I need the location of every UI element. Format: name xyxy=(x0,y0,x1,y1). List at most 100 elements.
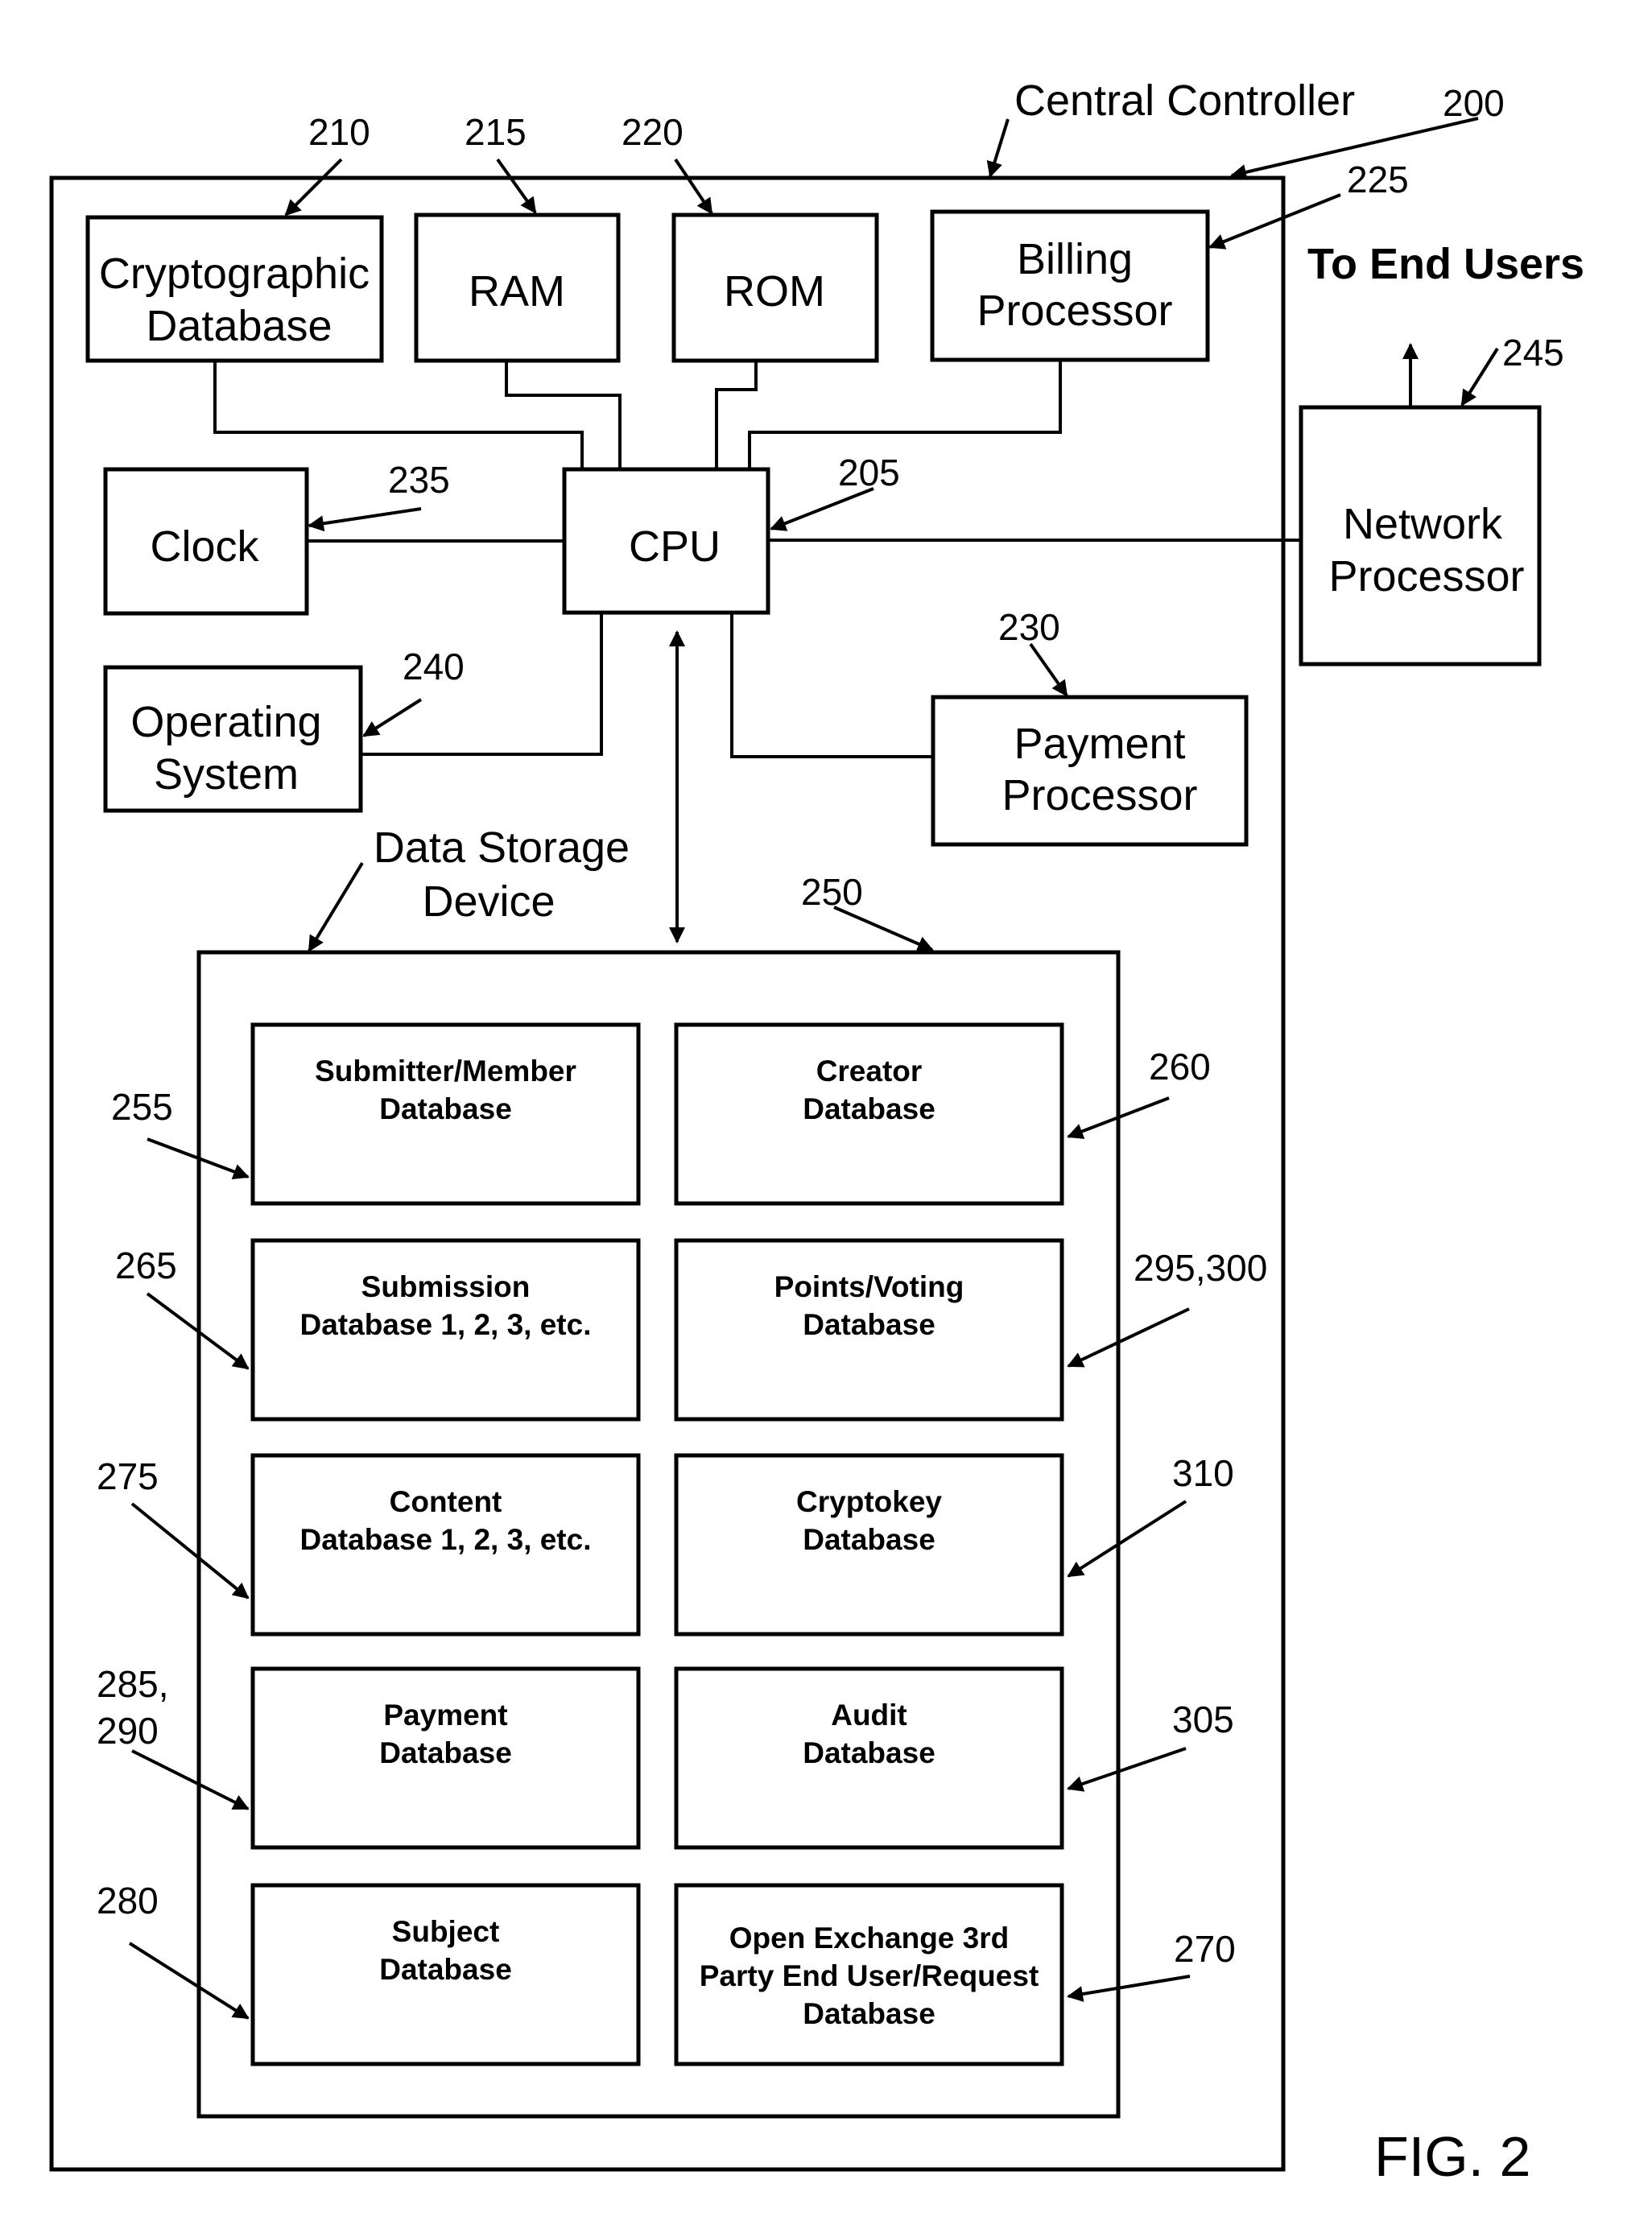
database-label-line: Database 1, 2, 3, etc. xyxy=(300,1308,592,1341)
crypto-db-label-2: Database xyxy=(146,302,332,350)
ref-225: 225 xyxy=(1347,159,1409,200)
database-ref-numeral: 295,300 xyxy=(1134,1247,1267,1289)
database-label-line: Database xyxy=(803,1092,935,1125)
database-leader-arrow xyxy=(1067,1307,1190,1368)
ref-230: 230 xyxy=(998,606,1060,648)
ram-label: RAM xyxy=(469,267,565,316)
database-leader-arrow xyxy=(1067,1500,1187,1578)
leader-250 xyxy=(833,906,934,951)
central-controller-leader xyxy=(986,118,1010,178)
database-label-line: Database xyxy=(379,1953,512,1986)
database-ref-numeral: 285, xyxy=(97,1663,169,1705)
database-box: Subject Database 280 xyxy=(97,1880,641,2066)
database-label-line: Database xyxy=(379,1092,512,1125)
component-ram: RAM xyxy=(414,213,621,363)
component-cpu: CPU xyxy=(562,467,770,615)
database-box: Points/Voting Database 295,300 xyxy=(674,1238,1267,1422)
central-controller-label: Central Controller xyxy=(1014,76,1355,125)
database-ref-numeral: 270 xyxy=(1174,1928,1236,1970)
network-processor-label-1: Network xyxy=(1343,500,1503,548)
database-label-line: Subject xyxy=(392,1915,500,1948)
os-label-1: Operating xyxy=(130,698,321,746)
system-block-diagram: Cryptographic Database RAM ROM Billing P… xyxy=(49,76,1584,2188)
ref-245: 245 xyxy=(1502,332,1564,374)
billing-label-2: Processor xyxy=(977,287,1172,335)
database-label-line: Cryptokey xyxy=(796,1485,942,1518)
database-label-line: Database xyxy=(803,1736,935,1769)
rom-label: ROM xyxy=(724,267,825,316)
component-network-processor: Network Processor xyxy=(1299,405,1542,667)
database-leader-arrow xyxy=(130,1502,250,1600)
database-label-line: Party End User/Request xyxy=(700,1959,1039,1992)
database-box: Open Exchange 3rd Party End User/Request D… xyxy=(674,1883,1236,2066)
network-processor-label-2: Processor xyxy=(1328,552,1524,601)
database-ref-numeral: 290 xyxy=(97,1710,159,1752)
component-operating-system: Operating System xyxy=(103,665,363,813)
component-clock: Clock xyxy=(103,467,309,616)
database-label-line: Points/Voting xyxy=(774,1270,964,1303)
database-box: Content Database 1, 2, 3, etc. 275 xyxy=(97,1453,641,1637)
ref-250: 250 xyxy=(801,871,863,913)
database-leader-arrow xyxy=(128,1942,250,2020)
leader-215 xyxy=(496,158,537,214)
database-label-line: Database xyxy=(803,1308,935,1341)
leader-220 xyxy=(674,158,713,215)
leader-245 xyxy=(1460,347,1499,407)
database-label-line: Database xyxy=(803,1997,935,2030)
database-label-line: Database xyxy=(803,1523,935,1556)
wire-billing-cpu xyxy=(748,360,1062,469)
component-billing-processor: Billing Processor xyxy=(930,209,1210,362)
ref-205: 205 xyxy=(838,452,900,493)
database-box: Submitter/Member Database 255 xyxy=(111,1022,641,1206)
leader-210 xyxy=(284,158,343,217)
database-box: Payment Database 285, 290 xyxy=(97,1663,641,1850)
database-box: Audit Database 305 xyxy=(674,1666,1234,1850)
database-box: Submission Database 1, 2, 3, etc. 265 xyxy=(115,1238,641,1422)
wire-crypto-cpu xyxy=(213,361,584,469)
ref-240: 240 xyxy=(403,646,465,687)
database-ref-numeral: 275 xyxy=(97,1455,159,1497)
leader-205 xyxy=(770,487,874,531)
database-ref-numeral: 255 xyxy=(111,1086,173,1128)
leader-230 xyxy=(1029,642,1068,697)
database-label-line: Open Exchange 3rd xyxy=(729,1921,1010,1955)
database-box: Cryptokey Database 310 xyxy=(674,1452,1234,1637)
database-ref-numeral: 305 xyxy=(1172,1699,1234,1740)
to-end-users-label: To End Users xyxy=(1307,240,1584,288)
billing-label-1: Billing xyxy=(1017,235,1133,283)
wire-cpu-payment xyxy=(730,613,933,758)
ref-200: 200 xyxy=(1443,82,1505,124)
data-storage-label-1: Data Storage xyxy=(374,823,630,872)
leader-240 xyxy=(362,698,423,737)
ref-215: 215 xyxy=(465,111,527,153)
database-label-line: Submission xyxy=(361,1270,531,1303)
database-ref-numeral: 280 xyxy=(97,1880,159,1921)
wire-os-cpu xyxy=(361,613,603,756)
component-crypto-db: Cryptographic Database xyxy=(85,215,384,363)
ref-220: 220 xyxy=(622,111,684,153)
leader-235 xyxy=(308,507,422,532)
component-payment-processor: Payment Processor xyxy=(931,695,1249,847)
database-leader-arrow xyxy=(1067,1975,1191,2002)
database-ref-numeral: 310 xyxy=(1172,1452,1234,1494)
ref-210: 210 xyxy=(308,111,370,153)
database-label-line: Database 1, 2, 3, etc. xyxy=(300,1523,592,1556)
database-label-line: Audit xyxy=(831,1699,907,1732)
cpu-label: CPU xyxy=(629,522,721,571)
payment-processor-label-1: Payment xyxy=(1014,720,1185,768)
database-leader-arrow xyxy=(131,1749,250,1810)
ref-235: 235 xyxy=(388,459,450,501)
crypto-db-label-1: Cryptographic xyxy=(99,250,370,298)
database-label-line: Database xyxy=(379,1736,512,1769)
figure-label: FIG. 2 xyxy=(1374,2125,1530,2188)
database-ref-numeral: 260 xyxy=(1149,1046,1211,1088)
os-label-2: System xyxy=(154,750,299,799)
component-rom: ROM xyxy=(671,213,879,363)
database-label-line: Payment xyxy=(383,1699,507,1732)
leader-data-storage xyxy=(308,861,364,952)
database-label-line: Content xyxy=(390,1485,502,1518)
payment-processor-label-2: Processor xyxy=(1002,771,1197,819)
database-leader-arrow xyxy=(1067,1747,1187,1792)
database-label-line: Submitter/Member xyxy=(315,1055,576,1088)
database-ref-numeral: 265 xyxy=(115,1245,177,1286)
